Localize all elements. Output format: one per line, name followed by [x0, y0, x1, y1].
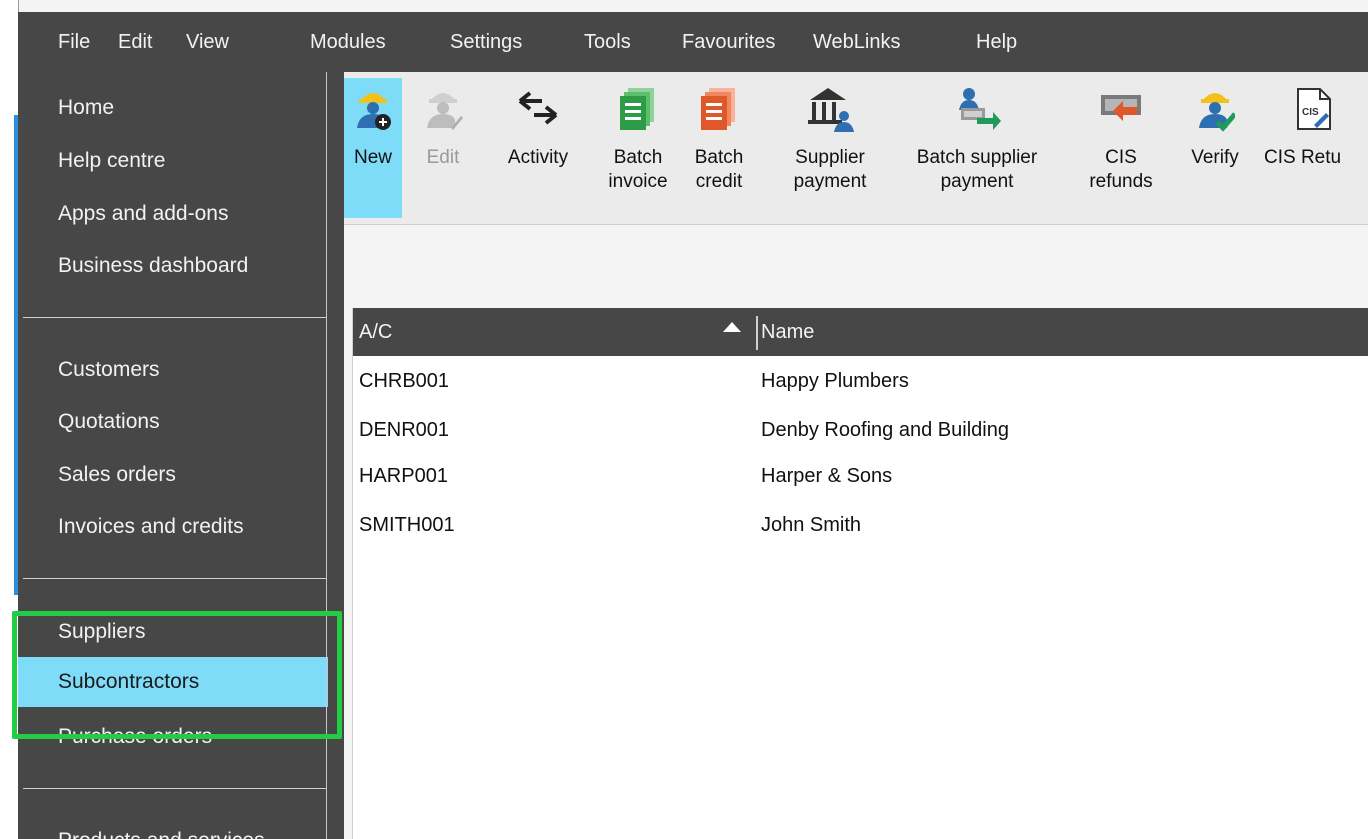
column-header-name[interactable]: Name: [761, 321, 814, 344]
sidebar-item-business-dashboard[interactable]: Business dashboard: [18, 241, 328, 291]
batch-invoice-label: Batch invoice: [600, 140, 676, 194]
menu-weblinks[interactable]: WebLinks: [813, 31, 900, 54]
new-button[interactable]: New: [344, 78, 402, 218]
table-row[interactable]: DENR001 Denby Roofing and Building: [353, 407, 1368, 455]
sidebar-item-invoices-and-credits[interactable]: Invoices and credits: [18, 502, 328, 552]
annotation-highlight-box: [12, 611, 342, 739]
activity-button[interactable]: Activity: [492, 78, 584, 218]
batch-credit-line2: credit: [695, 171, 743, 192]
cis-refunds-line2: refunds: [1089, 171, 1153, 192]
menu-favourites[interactable]: Favourites: [682, 31, 775, 54]
menu-tools[interactable]: Tools: [584, 31, 631, 54]
edit-label: Edit: [426, 147, 460, 168]
sort-ascending-icon: [723, 322, 741, 332]
batch-supplier-payment-button[interactable]: Batch supplier payment: [898, 78, 1056, 218]
cis-return-button[interactable]: CIS CIS Retu: [1262, 78, 1366, 218]
sidebar-item-help-centre[interactable]: Help centre: [18, 136, 328, 186]
menu-view[interactable]: View: [186, 31, 229, 54]
cell-ac: SMITH001: [359, 514, 455, 536]
batch-invoice-button[interactable]: Batch invoice: [600, 78, 676, 218]
column-header-ac[interactable]: A/C: [359, 321, 392, 344]
sidebar-item-products-and-services[interactable]: Products and services: [18, 816, 328, 839]
menu-settings[interactable]: Settings: [450, 31, 522, 54]
cis-return-label: CIS Retu: [1264, 147, 1342, 168]
sidebar-item-home[interactable]: Home: [18, 83, 328, 133]
toolbar: New Edit Activity Batch invoice Batch cr…: [344, 72, 1368, 225]
grid-header: A/C Name: [353, 308, 1368, 356]
table-row[interactable]: SMITH001 John Smith: [353, 502, 1368, 550]
menu-help[interactable]: Help: [976, 31, 1017, 54]
column-resize-handle[interactable]: [756, 316, 758, 350]
sidebar-item-apps-and-add-ons[interactable]: Apps and add-ons: [18, 189, 328, 239]
table-row[interactable]: CHRB001 Happy Plumbers: [353, 358, 1368, 406]
cis-refunds-button[interactable]: CIS refunds: [1074, 78, 1168, 218]
supplier-payment-label: Supplier payment: [776, 140, 884, 194]
sidebar-item-quotations[interactable]: Quotations: [18, 397, 328, 447]
batch-credit-button[interactable]: Batch credit: [686, 78, 752, 218]
worker-add-icon: [344, 78, 402, 140]
worker-edit-icon: [418, 78, 468, 140]
cell-name: Happy Plumbers: [761, 370, 909, 392]
sidebar-divider: [23, 317, 327, 318]
supplier-payment-line1: Supplier: [795, 147, 865, 168]
sidebar-divider: [23, 578, 327, 579]
supplier-payment-button[interactable]: Supplier payment: [776, 78, 884, 218]
batch-invoice-line1: Batch: [613, 147, 663, 168]
cell-ac: DENR001: [359, 419, 450, 441]
batch-invoice-icon: [600, 78, 676, 140]
cis-refunds-label: CIS refunds: [1074, 140, 1168, 194]
menu-file[interactable]: File: [58, 31, 90, 54]
cis-document-icon: CIS: [1262, 78, 1366, 140]
cell-ac: CHRB001: [359, 370, 450, 392]
menu-bar: File Edit View Modules Settings Tools Fa…: [18, 12, 1368, 72]
batch-supplier-payment-label: Batch supplier payment: [898, 140, 1056, 194]
menu-modules[interactable]: Modules: [310, 31, 386, 54]
batch-invoice-line2: invoice: [608, 171, 668, 192]
batch-credit-line1: Batch: [694, 147, 744, 168]
refund-icon: [1074, 78, 1168, 140]
svg-text:CIS: CIS: [1302, 107, 1319, 118]
activity-arrows-icon: [492, 78, 584, 140]
table-row[interactable]: HARP001 Harper & Sons: [353, 453, 1368, 501]
batch-credit-label: Batch credit: [686, 140, 752, 194]
worker-verify-icon: [1180, 78, 1250, 140]
cell-name: John Smith: [761, 514, 862, 536]
batch-supplier-payment-line1: Batch supplier: [916, 147, 1038, 168]
cell-name: Denby Roofing and Building: [761, 419, 1009, 441]
batch-payment-icon: [898, 78, 1056, 140]
cell-name: Harper & Sons: [761, 465, 893, 487]
sidebar-divider: [23, 788, 327, 789]
batch-credit-icon: [686, 78, 752, 140]
sidebar-item-sales-orders[interactable]: Sales orders: [18, 450, 328, 500]
batch-supplier-payment-line2: payment: [940, 171, 1014, 192]
cell-ac: HARP001: [359, 465, 448, 487]
sidebar-item-customers[interactable]: Customers: [18, 345, 328, 395]
verify-label: Verify: [1191, 147, 1239, 168]
activity-label: Activity: [507, 147, 569, 168]
new-label: New: [353, 147, 392, 168]
bank-payment-icon: [776, 78, 884, 140]
menu-edit[interactable]: Edit: [118, 31, 152, 54]
edit-button[interactable]: Edit: [418, 78, 468, 218]
verify-button[interactable]: Verify: [1180, 78, 1250, 218]
sidebar-accent-bar: [14, 115, 18, 595]
cis-refunds-line1: CIS: [1105, 147, 1137, 168]
supplier-payment-line2: payment: [793, 171, 867, 192]
subcontractor-list: A/C Name CHRB001 Happy Plumbers DENR001 …: [352, 308, 1368, 839]
